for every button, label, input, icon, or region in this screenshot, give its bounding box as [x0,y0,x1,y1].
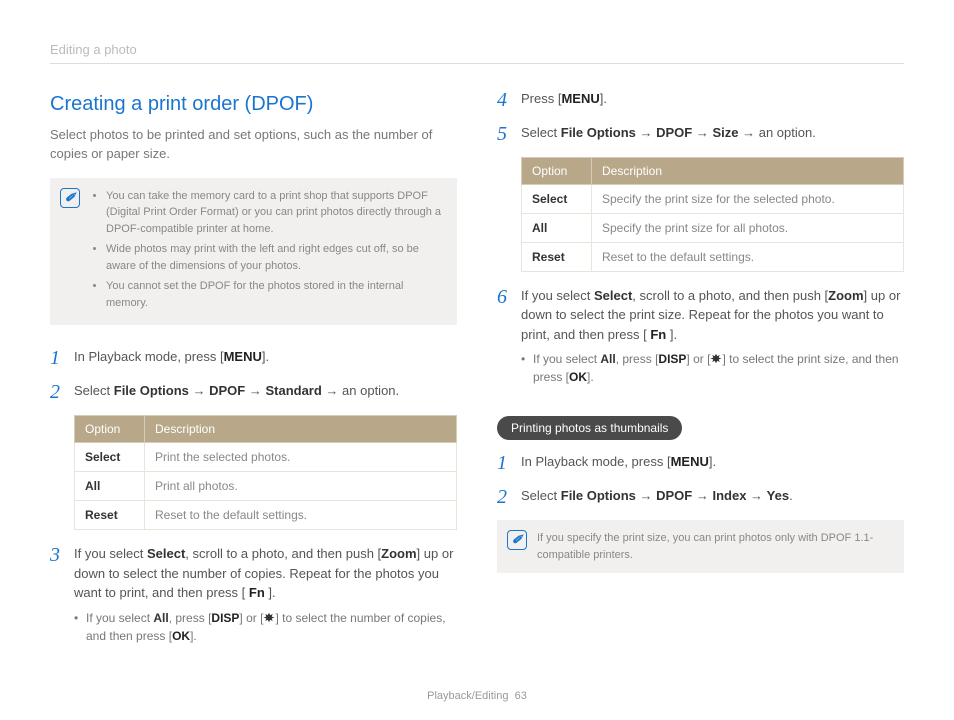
table-row: SelectSpecify the print size for the sel… [522,184,904,213]
right-column: 4 Press [MENU]. 5 Select File Options → … [497,89,904,657]
bold-text: DPOF [209,383,245,398]
step-number: 3 [50,544,74,645]
menu-button-label: MENU [224,349,262,364]
step-number: 1 [50,347,74,369]
step-number: 2 [497,486,521,508]
disp-button-label: DISP [211,611,239,625]
section-title: Creating a print order (DPOF) [50,89,457,119]
sub-bullet: If you select All, press [DISP] or [] to… [74,609,457,645]
table-header: Description [592,157,904,184]
step-number: 2 [50,381,74,403]
content-columns: Creating a print order (DPOF) Select pho… [50,89,904,657]
flower-icon [710,353,722,364]
step-6: 6 If you select Select, scroll to a phot… [497,286,904,387]
table-row: AllSpecify the print size for all photos… [522,213,904,242]
fn-button-label: Fn [249,585,265,600]
note-box-bottom: ✐ If you specify the print size, you can… [497,520,904,573]
info-icon: ✐ [507,530,527,550]
table-row: ResetReset to the default settings. [522,242,904,271]
thumb-step-1: 1 In Playback mode, press [MENU]. [497,452,904,474]
disp-button-label: DISP [658,352,686,366]
step-number: 6 [497,286,521,387]
step-text: ]. [262,349,269,364]
step-1: 1 In Playback mode, press [MENU]. [50,347,457,369]
table-header: Option [522,157,592,184]
table-row: SelectPrint the selected photos. [75,443,457,472]
bold-text: Zoom [381,546,416,561]
menu-button-label: MENU [671,454,709,469]
step-3: 3 If you select Select, scroll to a phot… [50,544,457,645]
step-text: In Playback mode, press [ [74,349,224,364]
table-row: AllPrint all photos. [75,472,457,501]
bold-text: Standard [265,383,321,398]
options-table-standard: OptionDescription SelectPrint the select… [74,415,457,530]
header-breadcrumb: Editing a photo [50,40,904,64]
step-text: Select [74,383,114,398]
left-column: Creating a print order (DPOF) Select pho… [50,89,457,657]
step-number: 1 [497,452,521,474]
info-icon: ✐ [60,188,80,208]
note-item: You cannot set the DPOF for the photos s… [106,278,443,311]
thumb-step-2: 2 Select File Options → DPOF → Index → Y… [497,486,904,508]
footer-page: 63 [515,690,527,702]
step-2: 2 Select File Options → DPOF → Standard … [50,381,457,403]
menu-button-label: MENU [561,91,599,106]
note-item: Wide photos may print with the left and … [106,241,443,274]
step-5: 5 Select File Options → DPOF → Size → an… [497,123,904,145]
subsection-pill: Printing photos as thumbnails [497,416,682,440]
fn-button-label: Fn [650,327,666,342]
flower-icon [263,612,275,623]
bold-text: File Options [114,383,189,398]
note-box: ✐ You can take the memory card to a prin… [50,178,457,326]
step-number: 4 [497,89,521,111]
note-text: If you specify the print size, you can p… [537,530,890,563]
table-header: Description [145,416,457,443]
step-number: 5 [497,123,521,145]
footer-section: Playback/Editing [427,690,508,702]
ok-button-label: OK [172,629,190,643]
table-row: ResetReset to the default settings. [75,501,457,530]
page-footer: Playback/Editing 63 [0,688,954,705]
note-item: You can take the memory card to a print … [106,188,443,238]
bold-text: Select [147,546,185,561]
table-header: Option [75,416,145,443]
sub-bullet: If you select All, press [DISP] or [] to… [521,350,904,386]
section-intro: Select photos to be printed and set opti… [50,125,457,164]
options-table-size: OptionDescription SelectSpecify the prin… [521,157,904,272]
ok-button-label: OK [569,370,587,384]
step-4: 4 Press [MENU]. [497,89,904,111]
